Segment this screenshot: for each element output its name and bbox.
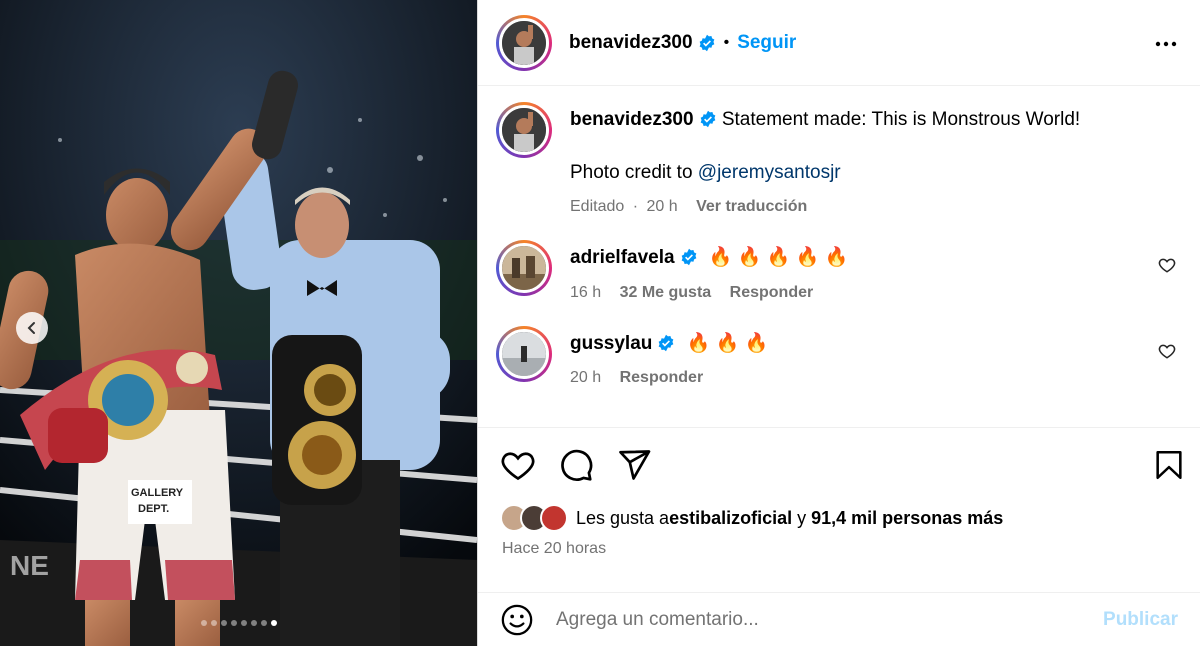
comment-button[interactable] (558, 447, 594, 483)
carousel-dot (200, 620, 207, 626)
bookmark-icon (1156, 450, 1182, 480)
liker-avatars[interactable] (500, 504, 568, 532)
carousel-dot (230, 620, 237, 626)
comment-username[interactable]: adrielfavela (570, 247, 675, 268)
commenter-avatar[interactable] (496, 240, 552, 297)
carousel-dot (220, 620, 227, 626)
svg-text:DEPT.: DEPT. (138, 503, 169, 515)
comment-item: adrielfavela 🔥 🔥 🔥 🔥 🔥 16 h 32 Me gusta … (496, 240, 1182, 303)
header-separator: • (723, 33, 730, 51)
comment-icon (561, 449, 593, 481)
reply-button[interactable]: Responder (620, 369, 704, 386)
emoji-icon (501, 604, 533, 635)
verified-icon (699, 34, 714, 51)
caption-text: Statement made: This is Monstrous World! (721, 109, 1081, 130)
comments-section[interactable]: benavidez300 Statement made: This is Mon… (478, 86, 1200, 428)
caption-username[interactable]: benavidez300 (570, 109, 694, 130)
caption-edited: Editado (570, 198, 625, 216)
like-button[interactable] (500, 447, 536, 483)
heart-icon (1158, 344, 1176, 359)
comment-username[interactable]: gussylau (570, 333, 652, 354)
photo-credit-text: Photo credit to (570, 161, 698, 183)
post-sidebar: benavidez300 • Seguir benavidez300 State… (477, 0, 1200, 646)
liker-avatar (540, 504, 568, 532)
carousel-dot (260, 620, 267, 626)
like-comment-button[interactable] (1158, 256, 1176, 279)
carousel-prev-button[interactable] (16, 312, 48, 344)
more-options-button[interactable] (1154, 32, 1178, 61)
caption: benavidez300 Statement made: This is Mon… (496, 102, 1182, 218)
translate-link[interactable]: Ver traducción (696, 198, 807, 215)
save-button[interactable] (1152, 448, 1186, 487)
credit-mention-link[interactable]: @jeremysantosjr (698, 162, 841, 183)
comment-time: 20 h (570, 369, 602, 387)
comment-text: 🔥 🔥 🔥 (686, 332, 769, 354)
carousel-dot (250, 620, 257, 626)
carousel-dot (270, 620, 277, 626)
post-comment-button[interactable]: Publicar (1103, 609, 1178, 631)
share-icon (619, 450, 651, 480)
reply-button[interactable]: Responder (730, 284, 814, 301)
chevron-left-icon (27, 322, 35, 334)
likes-count[interactable]: 91,4 mil personas más (811, 508, 1003, 529)
post-photo: NE GALLERY DEPT. (0, 0, 477, 646)
likes-prefix: Les gusta a (576, 507, 670, 528)
svg-text:GALLERY: GALLERY (131, 487, 184, 499)
commenter-avatar[interactable] (496, 325, 552, 382)
carousel-dot (210, 620, 217, 626)
caption-avatar[interactable] (496, 102, 552, 158)
verified-icon (659, 334, 674, 351)
likes-and: y (792, 507, 812, 528)
post-header: benavidez300 • Seguir (478, 0, 1200, 86)
emoji-button[interactable] (500, 603, 534, 637)
carousel-dot (240, 620, 247, 626)
verified-icon (681, 248, 696, 266)
comment-likes[interactable]: 32 Me gusta (620, 284, 712, 301)
verified-icon (700, 110, 715, 128)
comment-text: 🔥 🔥 🔥 🔥 🔥 (708, 247, 849, 269)
author-avatar[interactable] (496, 14, 552, 71)
comment-item: gussylau 🔥 🔥 🔥 20 h Responder (496, 325, 1182, 389)
svg-text:NE: NE (10, 550, 49, 581)
liker-username[interactable]: estibalizoficial (669, 508, 792, 529)
more-icon (1155, 41, 1177, 47)
post-timestamp[interactable]: Hace 20 horas (478, 534, 1200, 568)
carousel-indicator (0, 620, 477, 626)
follow-button[interactable]: Seguir (737, 32, 796, 54)
likes-summary: Les gusta a estibalizoficial y 91,4 mil … (478, 502, 1200, 534)
author-username[interactable]: benavidez300 (569, 32, 693, 54)
comment-composer: Publicar (478, 592, 1200, 646)
comment-input[interactable] (556, 608, 1104, 631)
caption-separator: · (632, 198, 639, 216)
share-button[interactable] (616, 447, 652, 483)
comment-time: 16 h (570, 283, 602, 301)
heart-icon (501, 452, 535, 481)
post-media[interactable]: NE GALLERY DEPT. (0, 0, 477, 646)
post-actions (478, 428, 1200, 502)
caption-time: 20 h (646, 198, 678, 216)
heart-icon (1158, 258, 1176, 273)
like-comment-button[interactable] (1158, 342, 1176, 365)
